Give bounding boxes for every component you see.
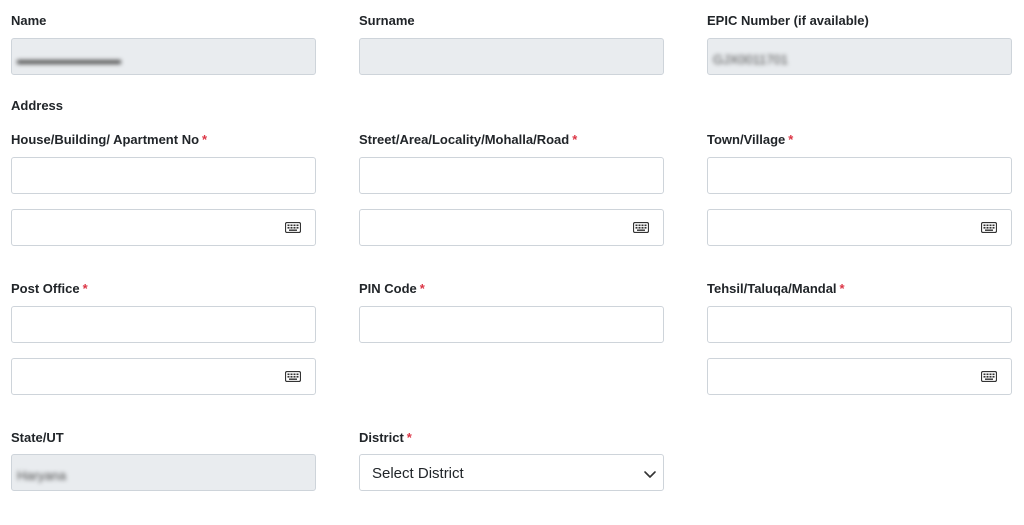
town-label-text: Town/Village [707, 132, 786, 147]
required-mark: * [419, 281, 425, 296]
town-input-regional[interactable] [707, 209, 1012, 246]
tehsil-input[interactable] [707, 306, 1012, 343]
town-label: Town/Village * [707, 132, 793, 148]
pin-code-label: PIN Code * [359, 281, 425, 297]
required-mark: * [788, 132, 794, 147]
pin-code-input[interactable] [359, 306, 664, 343]
name-field[interactable]: ▬▬▬▬▬▬▬▬ [11, 38, 316, 75]
town-input[interactable] [707, 157, 1012, 194]
state-ut-value: Haryana [17, 468, 67, 483]
house-input[interactable] [11, 157, 316, 194]
street-input[interactable] [359, 157, 664, 194]
keyboard-icon[interactable] [633, 222, 649, 233]
tehsil-label-text: Tehsil/Taluqa/Mandal [707, 281, 837, 296]
street-label: Street/Area/Locality/Mohalla/Road * [359, 132, 577, 148]
district-selected-value: Select District [372, 465, 464, 482]
street-input-regional[interactable] [359, 209, 664, 246]
district-label: District * [359, 430, 412, 446]
keyboard-icon[interactable] [285, 222, 301, 233]
house-label: House/Building/ Apartment No * [11, 132, 207, 148]
street-label-text: Street/Area/Locality/Mohalla/Road [359, 132, 570, 147]
required-mark: * [202, 132, 208, 147]
house-input-regional[interactable] [11, 209, 316, 246]
required-mark: * [82, 281, 88, 296]
post-office-input-regional[interactable] [11, 358, 316, 395]
address-section-title: Address [11, 98, 64, 113]
tehsil-label: Tehsil/Taluqa/Mandal * [707, 281, 845, 297]
name-value: ▬▬▬▬▬▬▬▬ [17, 52, 121, 67]
name-label: Name [11, 13, 47, 28]
tehsil-input-regional[interactable] [707, 358, 1012, 395]
chevron-down-icon [644, 471, 656, 478]
epic-number-value: GJX0011701 [713, 52, 788, 67]
required-mark: * [839, 281, 845, 296]
post-office-input[interactable] [11, 306, 316, 343]
district-select[interactable]: Select District [359, 454, 664, 491]
state-ut-field[interactable]: Haryana [11, 454, 316, 491]
keyboard-icon[interactable] [981, 222, 997, 233]
required-mark: * [572, 132, 578, 147]
surname-label: Surname [359, 13, 415, 28]
surname-field[interactable] [359, 38, 664, 75]
post-office-label: Post Office * [11, 281, 88, 297]
house-label-text: House/Building/ Apartment No [11, 132, 200, 147]
required-mark: * [406, 430, 412, 445]
district-label-text: District [359, 430, 404, 445]
epic-number-label: EPIC Number (if available) [707, 13, 869, 28]
keyboard-icon[interactable] [285, 371, 301, 382]
state-ut-label: State/UT [11, 430, 64, 445]
keyboard-icon[interactable] [981, 371, 997, 382]
pin-code-label-text: PIN Code [359, 281, 417, 296]
epic-number-field[interactable]: GJX0011701 [707, 38, 1012, 75]
post-office-label-text: Post Office [11, 281, 80, 296]
